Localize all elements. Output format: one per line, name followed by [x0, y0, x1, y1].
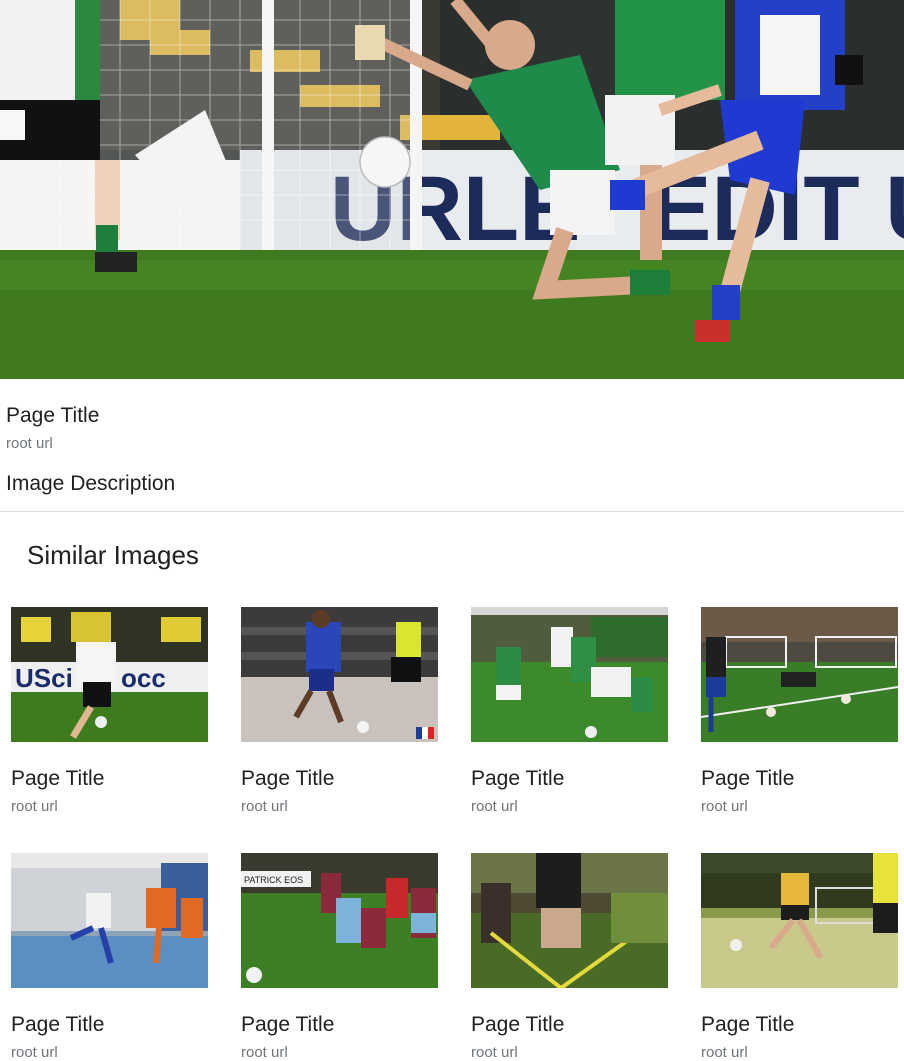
similar-image-title[interactable]: Page Title — [241, 1013, 334, 1037]
similar-image-url[interactable]: root url — [241, 798, 288, 815]
similar-image-title[interactable]: Page Title — [471, 1013, 564, 1037]
similar-image-thumbnail[interactable] — [11, 853, 208, 988]
similar-image-url[interactable]: root url — [701, 1044, 748, 1061]
similar-image-title[interactable]: Page Title — [11, 1013, 104, 1037]
similar-image-card[interactable]: Page Title root url — [11, 853, 208, 1061]
similar-image-title[interactable]: Page Title — [701, 767, 794, 791]
similar-image-thumbnail[interactable]: PATRICK EOS — [241, 853, 438, 988]
similar-image-card[interactable]: USci occ Page Title root url — [11, 607, 208, 815]
similar-image-card[interactable]: Page Title root url — [701, 607, 898, 815]
similar-image-card[interactable]: Page Title root url — [471, 607, 668, 815]
similar-image-url[interactable]: root url — [471, 798, 518, 815]
similar-image-thumbnail[interactable] — [701, 607, 898, 742]
similar-image-thumbnail[interactable] — [471, 607, 668, 742]
similar-image-title[interactable]: Page Title — [11, 767, 104, 791]
similar-images-heading: Similar Images — [27, 540, 199, 570]
similar-image-title[interactable]: Page Title — [241, 767, 334, 791]
similar-image-card[interactable]: Page Title root url — [701, 853, 898, 1061]
root-url[interactable]: root url — [6, 435, 53, 452]
svg-text:USci: USci — [15, 663, 73, 693]
similar-image-url[interactable]: root url — [241, 1044, 288, 1061]
similar-image-thumbnail[interactable] — [241, 607, 438, 742]
svg-text:occ: occ — [121, 663, 166, 693]
similar-image-thumbnail[interactable]: USci occ — [11, 607, 208, 742]
similar-image-url[interactable]: root url — [11, 1044, 58, 1061]
main-image[interactable]: URLE EDIT UN — [0, 0, 904, 379]
svg-text:PATRICK EOS: PATRICK EOS — [244, 875, 303, 885]
divider — [0, 511, 904, 512]
similar-image-card[interactable]: Page Title root url — [241, 607, 438, 815]
similar-image-thumbnail[interactable] — [701, 853, 898, 988]
similar-image-title[interactable]: Page Title — [471, 767, 564, 791]
similar-image-url[interactable]: root url — [11, 798, 58, 815]
similar-image-url[interactable]: root url — [471, 1044, 518, 1061]
similar-image-url[interactable]: root url — [701, 798, 748, 815]
similar-image-card[interactable]: PATRICK EOS Page Title root url — [241, 853, 438, 1061]
similar-image-title[interactable]: Page Title — [701, 1013, 794, 1037]
page-title[interactable]: Page Title — [6, 404, 99, 428]
similar-image-card[interactable]: Page Title root url — [471, 853, 668, 1061]
image-description: Image Description — [6, 472, 176, 495]
similar-image-thumbnail[interactable] — [471, 853, 668, 988]
